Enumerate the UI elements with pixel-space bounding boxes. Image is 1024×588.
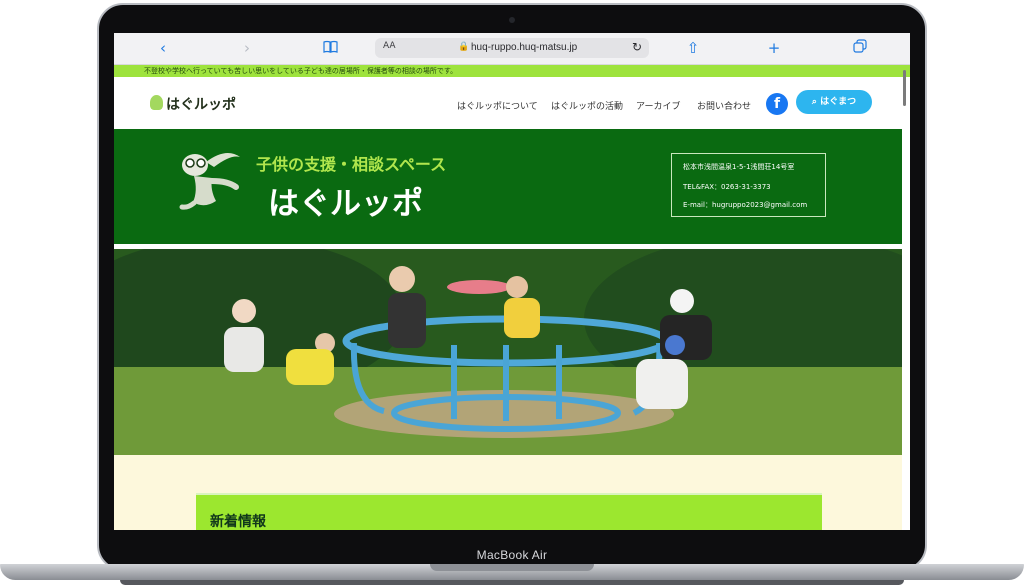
- hero-photo: [114, 249, 902, 455]
- content-area: 新着情報: [114, 455, 902, 530]
- macbook-device: ‹ › AA 🔒 huq-ruppo.huq-matsu.jp ↻ ⇧ + 不登…: [0, 0, 1024, 588]
- tabs-icon: [853, 39, 867, 53]
- address-text: 松本市浅間温泉1-5-1浅間荘14号室: [683, 163, 795, 171]
- search-icon: ⌕: [811, 97, 817, 107]
- camera: [509, 17, 515, 23]
- forward-button[interactable]: ›: [240, 39, 254, 57]
- tel-fax-text: TEL&FAX：0263-31-3373: [683, 183, 771, 191]
- address-bar[interactable]: AA 🔒 huq-ruppo.huq-matsu.jp ↻: [375, 38, 649, 58]
- back-button[interactable]: ‹: [156, 39, 170, 57]
- page-scrollbar[interactable]: [903, 70, 906, 106]
- chevron-right-icon: ›: [244, 39, 250, 57]
- logo-mark: [150, 95, 163, 110]
- nav-item-contact[interactable]: お問い合わせ: [697, 99, 751, 112]
- share-button[interactable]: ⇧: [686, 39, 700, 57]
- hero-title: はぐルッポ: [268, 186, 423, 222]
- hero-banner: 子供の支援・相談スペース はぐルッポ 松本市浅間温泉1-5-1浅間荘14号室 T…: [114, 129, 902, 245]
- new-tab-button[interactable]: +: [767, 39, 781, 57]
- text-size-button[interactable]: AA: [383, 41, 396, 51]
- news-title: 新着情報: [210, 514, 266, 530]
- announcement-text: 不登校や学校へ行っていても苦しい思いをしている子ども達の居場所・保護者等の相談の…: [144, 67, 458, 75]
- browser-toolbar: ‹ › AA 🔒 huq-ruppo.huq-matsu.jp ↻ ⇧ +: [114, 33, 910, 65]
- news-section: 新着情報: [196, 493, 822, 530]
- chevron-left-icon: ‹: [160, 39, 166, 57]
- nav-item-activities[interactable]: はぐルッポの活動: [551, 99, 623, 112]
- facebook-button[interactable]: f: [766, 93, 788, 115]
- email-text: E-mail：hugruppo2023@gmail.com: [683, 201, 808, 209]
- playground-image: [114, 249, 902, 455]
- site-logo[interactable]: はぐルッポ: [166, 94, 236, 114]
- hero-subtitle: 子供の支援・相談スペース: [256, 155, 447, 174]
- book-icon: [322, 40, 338, 53]
- browser-screen: ‹ › AA 🔒 huq-ruppo.huq-matsu.jp ↻ ⇧ + 不登…: [114, 33, 910, 530]
- reload-icon[interactable]: ↻: [632, 40, 642, 54]
- lock-icon: 🔒: [458, 42, 470, 52]
- hagumatsu-label: はぐまつ: [820, 97, 857, 107]
- laptop-foot: [120, 580, 904, 585]
- plus-icon: +: [767, 39, 781, 57]
- tabs-button[interactable]: [852, 39, 868, 57]
- announcement-banner: 不登校や学校へ行っていても苦しい思いをしている子ども達の居場所・保護者等の相談の…: [114, 65, 910, 77]
- nav-item-archive[interactable]: アーカイブ: [636, 99, 680, 112]
- laptop-opening-notch: [430, 564, 594, 571]
- share-icon: ⇧: [686, 39, 700, 57]
- device-label: MacBook Air: [476, 548, 548, 562]
- mascot-illustration: [179, 153, 240, 210]
- bookmarks-button[interactable]: [321, 39, 339, 57]
- url-text[interactable]: huq-ruppo.huq-matsu.jp: [471, 42, 577, 53]
- site-navbar: はぐルッポ はぐルッポについて はぐルッポの活動 アーカイブ お問い合わせ f …: [114, 77, 910, 128]
- contact-info-box: 松本市浅間温泉1-5-1浅間荘14号室 TEL&FAX：0263-31-3373…: [671, 153, 826, 217]
- facebook-icon: f: [773, 96, 781, 112]
- hagumatsu-button[interactable]: ⌕ はぐまつ: [796, 90, 872, 114]
- nav-item-about[interactable]: はぐルッポについて: [457, 99, 538, 112]
